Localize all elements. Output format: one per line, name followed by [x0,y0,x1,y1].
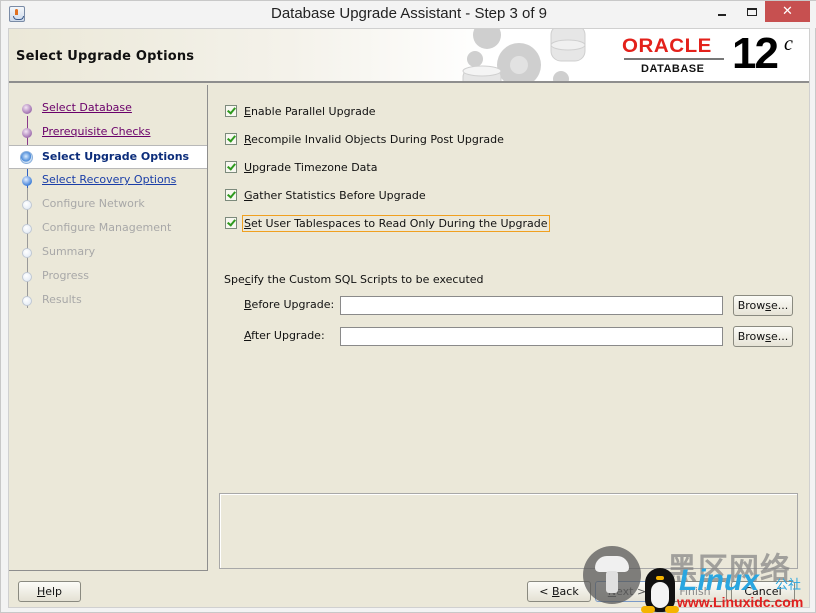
sidebar-step-progress: Progress [9,265,207,289]
after-upgrade-label: After Upgrade: [244,329,325,342]
option-checkbox[interactable] [225,189,237,201]
step-status-icon [20,151,33,164]
option-row[interactable]: Set User Tablespaces to Read Only During… [225,214,550,232]
sidebar-step-prerequisite-checks[interactable]: Prerequisite Checks [9,121,207,145]
version-suffix: c [784,33,793,55]
step-status-icon [22,224,32,234]
step-label: Select Recovery Options [42,173,177,186]
step-label: Select Upgrade Options [42,150,190,163]
option-row[interactable]: Recompile Invalid Objects During Post Up… [225,130,506,148]
database-wordmark: DATABASE [641,63,705,75]
step-status-icon [22,128,32,138]
page-title: Select Upgrade Options [16,49,195,64]
sidebar-step-summary: Summary [9,241,207,265]
minimize-button[interactable] [709,1,735,22]
step-label: Progress [42,269,89,282]
option-checkbox[interactable] [225,133,237,145]
option-row[interactable]: Upgrade Timezone Data [225,158,379,176]
logo-divider [624,58,724,60]
oracle-wordmark: ORACLE [622,36,712,57]
wizard-body: Select Upgrade Options ORACLE DATABASE 1… [8,28,810,608]
wizard-steps-sidebar: Select Database Prerequisite Checks Select… [9,85,208,571]
option-checkbox[interactable] [225,217,237,229]
sidebar-step-select-database[interactable]: Select Database [9,97,207,121]
window-title: Database Upgrade Assistant - Step 3 of 9 [271,5,547,22]
step-label: Configure Network [42,197,145,210]
message-panel [219,493,798,569]
step-label: Select Database [42,101,132,114]
sidebar-step-results: Results [9,289,207,313]
version-number: 12 [732,29,779,78]
option-checkbox[interactable] [225,161,237,173]
step-label: Configure Management [42,221,172,234]
step-status-icon [22,200,32,210]
title-bar: Database Upgrade Assistant - Step 3 of 9… [1,1,816,28]
step-label: Summary [42,245,96,258]
maximize-icon [747,7,757,16]
finish-button[interactable]: Finish [663,581,727,602]
step-status-icon [22,104,32,114]
close-icon: ✕ [782,4,793,19]
cancel-button[interactable]: Cancel [731,581,795,602]
option-label[interactable]: Set User Tablespaces to Read Only During… [242,214,550,232]
next-button[interactable]: Next > [595,581,659,602]
after-upgrade-browse-button[interactable]: Brow s e... [733,326,793,347]
option-label[interactable]: Recompile Invalid Objects During Post Up… [242,131,506,148]
option-label[interactable]: Upgrade Timezone Data [242,159,379,176]
gears-database-graphic-icon [462,29,586,81]
before-upgrade-browse-button[interactable]: Brow s e... [733,295,793,316]
close-button[interactable]: ✕ [765,1,810,22]
before-upgrade-label: Before Upgrade: [244,298,335,311]
oracle-database-12c-logo: ORACLE DATABASE 12 c [619,29,804,79]
option-row[interactable]: Enable Parallel Upgrade [225,102,378,120]
option-row[interactable]: Gather Statistics Before Upgrade [225,186,428,204]
minimize-icon [718,13,726,16]
option-label[interactable]: Enable Parallel Upgrade [242,103,378,120]
maximize-button[interactable] [739,1,765,22]
before-upgrade-script-input[interactable] [340,296,723,315]
step-status-icon [22,176,32,186]
application-window: Database Upgrade Assistant - Step 3 of 9… [0,0,816,613]
back-button[interactable]: < Back [527,581,591,602]
sidebar-step-select-recovery-options[interactable]: Select Recovery Options [9,169,207,193]
step-label: Prerequisite Checks [42,125,151,138]
option-label[interactable]: Gather Statistics Before Upgrade [242,187,428,204]
sidebar-step-select-upgrade-options: Select Upgrade Options [9,145,207,169]
custom-scripts-label: Specify the Custom SQL Scripts to be exe… [224,273,484,286]
sidebar-step-configure-network: Configure Network [9,193,207,217]
step-status-icon [22,296,32,306]
after-upgrade-script-input[interactable] [340,327,723,346]
step-status-icon [22,272,32,282]
wizard-header: Select Upgrade Options ORACLE DATABASE 1… [9,29,809,83]
help-button[interactable]: Help [18,581,81,602]
step-label: Results [42,293,82,306]
option-checkbox[interactable] [225,105,237,117]
step-status-icon [22,248,32,258]
sidebar-step-configure-management: Configure Management [9,217,207,241]
